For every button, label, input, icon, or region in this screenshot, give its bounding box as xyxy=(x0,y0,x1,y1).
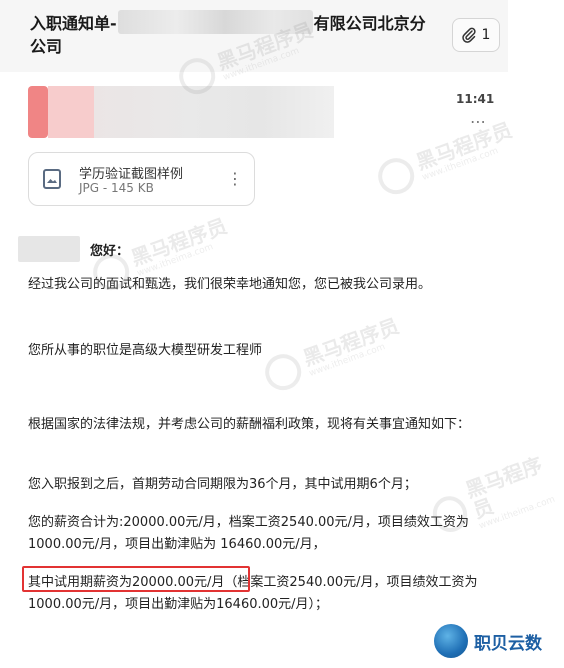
paragraph-position: 您所从事的职位是高级大模型研发工程师 xyxy=(28,343,263,358)
watermark-url: www.itheima.com xyxy=(420,146,500,183)
watermark-text: 黑马程序员 xyxy=(127,213,231,271)
paperclip-icon xyxy=(461,27,476,43)
paragraph-salary: 您的薪资合计为:20000.00元/月，档案工资2540.00元/月，项目绩效工… xyxy=(28,515,469,552)
paragraph-intro: 根据国家的法律法规，并考虑公司的薪酬福利政策，现将有关事宜通知如下： xyxy=(28,417,471,432)
subject-prefix: 入职通知单- xyxy=(30,14,117,33)
image-file-icon xyxy=(43,169,61,189)
attachment-count-button[interactable]: 1 xyxy=(452,18,500,52)
paragraph-contract: 您入职报到之后，首期劳动合同期限为36个月，其中试用期6个月； xyxy=(28,477,417,492)
greeting: 您好： xyxy=(90,244,130,259)
message-time: 11:41 xyxy=(456,92,495,106)
attachment-name: 学历验证截图样例 xyxy=(79,167,184,182)
email-header: 入职通知单- 有限公司北京分公司 1 xyxy=(0,0,508,72)
recipient-name-redaction xyxy=(18,236,80,262)
sender-address-redaction xyxy=(94,86,334,138)
sender-avatar-redaction xyxy=(28,86,48,138)
brand-name: 职贝云数 xyxy=(474,633,542,654)
paragraph-offer: 经过我公司的面试和甄选，我们很荣幸地通知您，您已被我公司录用。 xyxy=(28,277,432,292)
highlight-box xyxy=(22,566,250,592)
attachment-meta: JPG - 145 KB xyxy=(79,181,154,195)
attachment-card[interactable]: 学历验证截图样例 JPG - 145 KB ⋮ xyxy=(28,152,255,206)
more-vertical-icon[interactable]: ⋮ xyxy=(227,169,243,188)
watermark-text: 黑马程序员 xyxy=(412,117,516,175)
watermark: 黑马程序员www.itheima.com xyxy=(373,117,519,200)
sender-name-redaction xyxy=(48,86,94,138)
brand-logo-icon xyxy=(434,624,468,658)
watermark-url: www.itheima.com xyxy=(135,242,215,279)
brand-badge: 职贝云数 xyxy=(434,624,542,658)
more-horizontal-icon[interactable]: ⋯ xyxy=(470,112,487,131)
watermark-logo-icon xyxy=(373,153,420,200)
subject-redaction xyxy=(118,10,313,34)
attachment-count: 1 xyxy=(481,27,491,43)
